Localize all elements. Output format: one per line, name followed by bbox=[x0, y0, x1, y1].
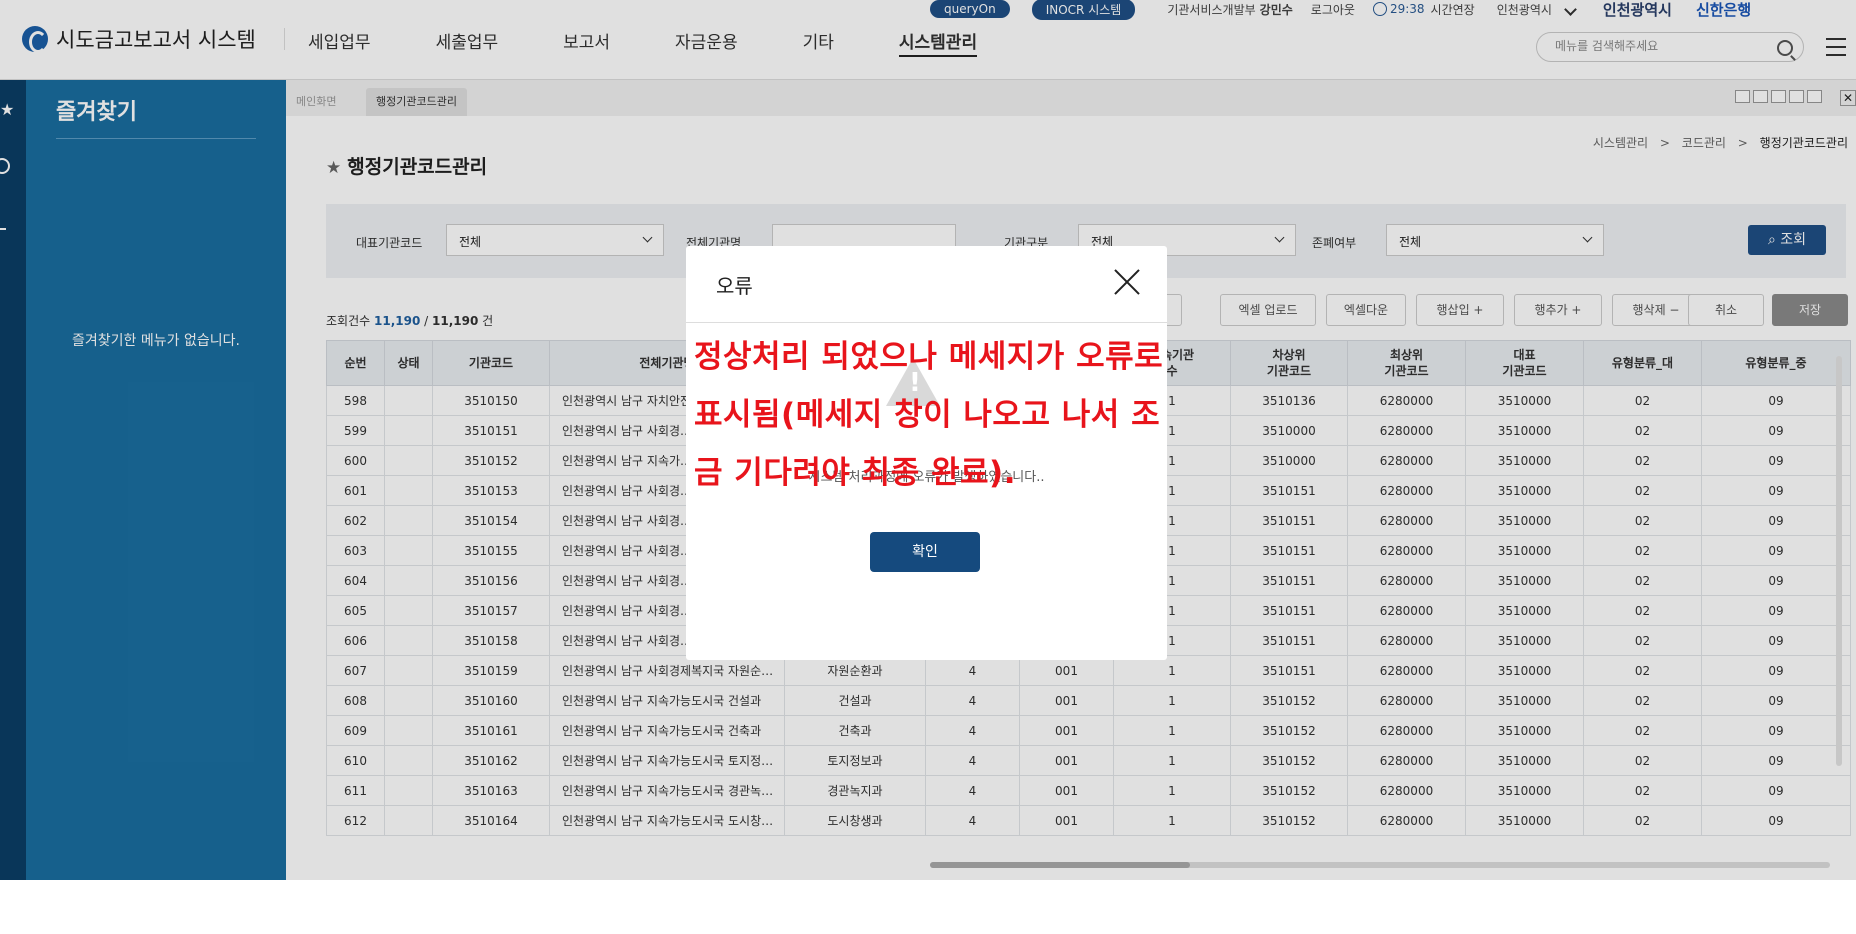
red-annotation: 정상처리 되었으나 메세지가 오류로 표시됨(메세지 창이 나오고 나서 조금 … bbox=[694, 339, 1164, 491]
app-window: 시도금고보고서 시스템 세입업무 세출업무 보고서 자금운용 기타 시스템관리 … bbox=[0, 0, 1856, 880]
dialog-divider bbox=[686, 322, 1167, 323]
close-icon[interactable] bbox=[1113, 268, 1141, 296]
dialog-title: 오류 bbox=[716, 274, 753, 298]
confirm-button[interactable]: 확인 bbox=[870, 532, 980, 572]
